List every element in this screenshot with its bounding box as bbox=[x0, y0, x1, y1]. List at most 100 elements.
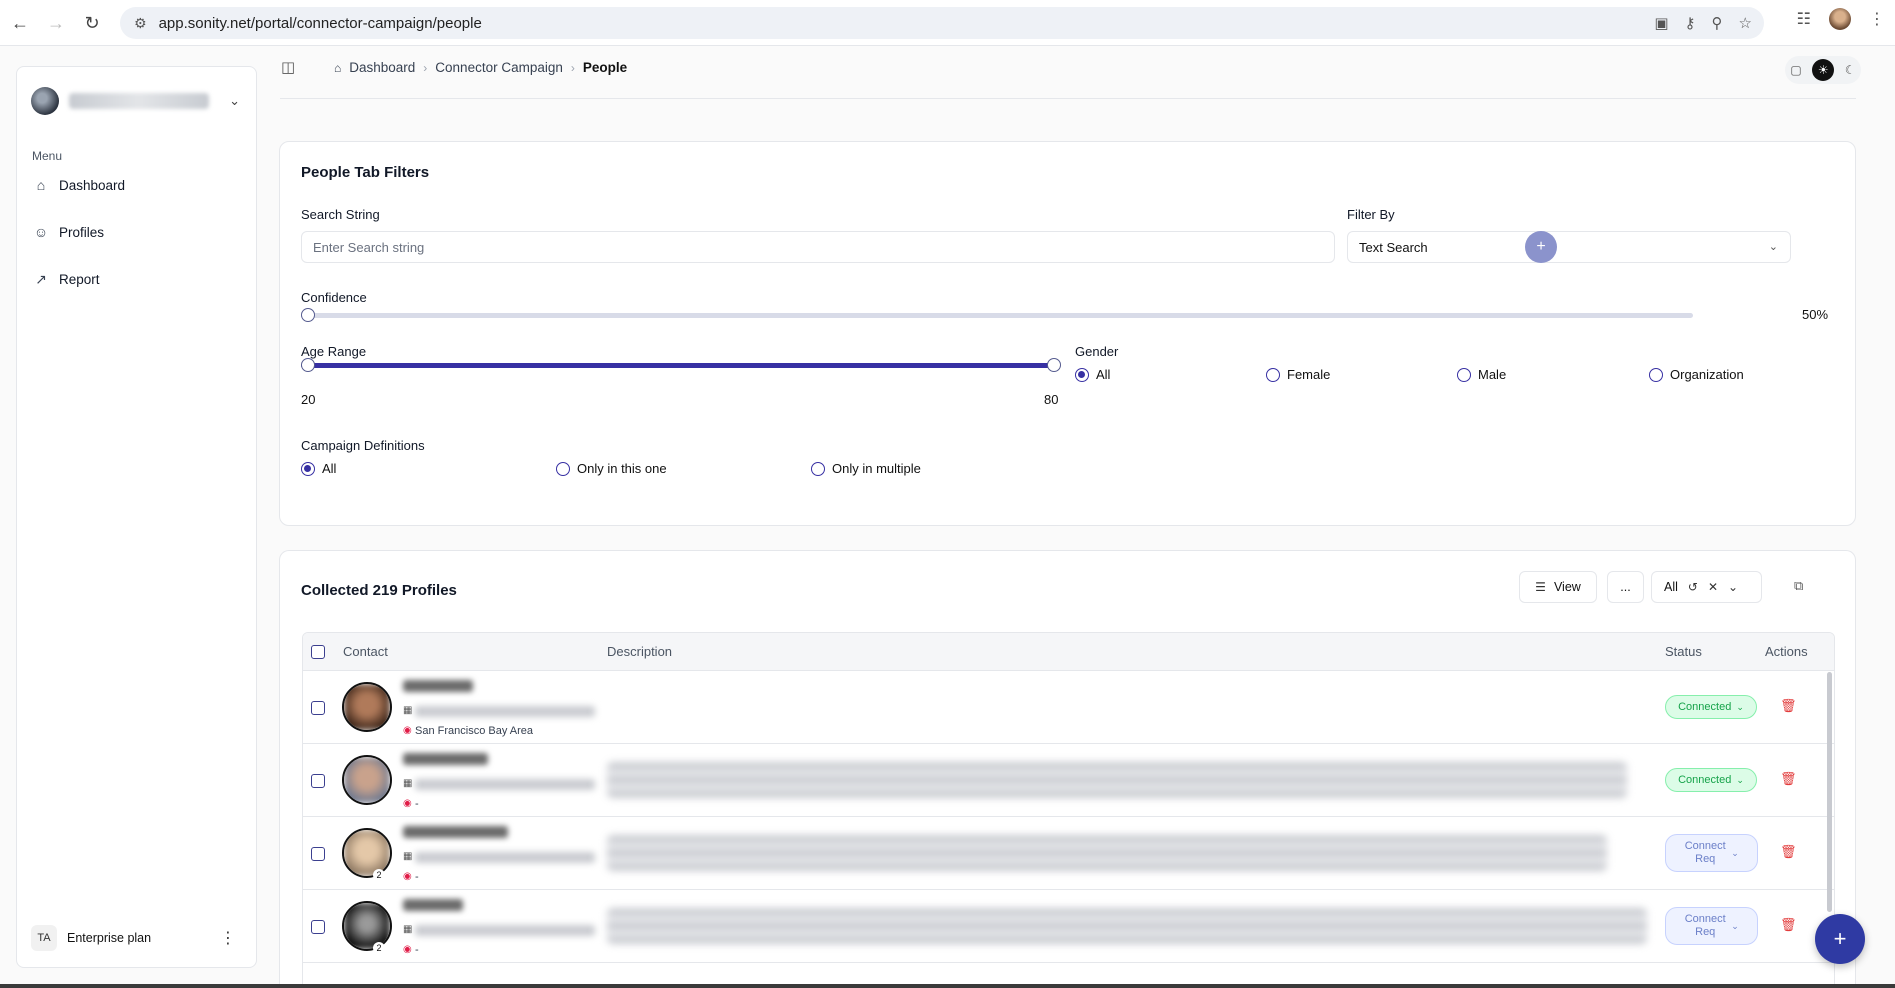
sidebar-item-report[interactable]: ↗ Report bbox=[31, 263, 241, 295]
age-range-track[interactable] bbox=[301, 363, 1053, 368]
moon-icon[interactable]: ☾ bbox=[1845, 63, 1856, 77]
chevron-down-icon: ⌄ bbox=[1736, 774, 1744, 785]
age-min-thumb[interactable] bbox=[301, 358, 315, 372]
browser-profile-avatar[interactable] bbox=[1829, 8, 1851, 30]
gender-option-organization[interactable]: Organization bbox=[1649, 367, 1744, 382]
age-max-thumb[interactable] bbox=[1047, 358, 1061, 372]
more-options-button[interactable]: ... bbox=[1607, 571, 1644, 603]
zoom-icon[interactable]: ⚲ bbox=[1712, 14, 1723, 32]
radio[interactable] bbox=[1649, 367, 1663, 382]
chevron-down-icon: ⌄ bbox=[1768, 241, 1778, 253]
trash-icon[interactable]: 🗑 bbox=[1780, 917, 1797, 933]
column-description[interactable]: Description bbox=[607, 644, 672, 659]
password-key-icon[interactable]: ⚷ bbox=[1685, 14, 1696, 32]
trash-icon[interactable]: 🗑 bbox=[1780, 771, 1797, 787]
site-settings-icon[interactable]: ⚙ bbox=[134, 15, 147, 32]
chevron-down-icon[interactable]: ⌄ bbox=[1728, 580, 1738, 594]
table-row[interactable]: ▦ ◉ - Connected ⌄ 🗑 bbox=[303, 744, 1834, 817]
install-app-icon[interactable]: ▣ bbox=[1654, 14, 1668, 32]
gender-option-male[interactable]: Male bbox=[1457, 367, 1506, 382]
account-switcher[interactable]: ⌄ bbox=[31, 81, 244, 121]
campaign-option-multiple[interactable]: Only in multiple bbox=[811, 461, 921, 476]
campaign-option-only-this[interactable]: Only in this one bbox=[556, 461, 667, 476]
status-badge[interactable]: Connected ⌄ bbox=[1665, 768, 1757, 792]
select-all-checkbox[interactable] bbox=[311, 645, 325, 659]
contact-name-blurred[interactable] bbox=[403, 753, 488, 765]
search-input[interactable]: Enter Search string bbox=[301, 231, 1335, 263]
confidence-slider-track[interactable] bbox=[301, 313, 1693, 318]
browser-menu-icon[interactable]: ⋮ bbox=[1869, 9, 1885, 29]
row-checkbox[interactable] bbox=[311, 847, 325, 861]
user-initials-avatar: TA bbox=[31, 925, 57, 951]
filter-by-select[interactable]: Text Search ⌄ bbox=[1347, 231, 1791, 263]
reload-icon[interactable]: ↻ bbox=[74, 5, 110, 41]
row-checkbox[interactable] bbox=[311, 920, 325, 934]
chevron-down-icon: ⌄ bbox=[1731, 847, 1739, 858]
view-button[interactable]: ☰ View bbox=[1519, 571, 1597, 603]
breadcrumb-connector-campaign[interactable]: Connector Campaign bbox=[435, 60, 563, 75]
breadcrumb-dashboard[interactable]: Dashboard bbox=[349, 60, 415, 75]
monitor-icon[interactable]: ▢ bbox=[1790, 63, 1801, 77]
contact-name-blurred[interactable] bbox=[403, 899, 463, 911]
chevron-down-icon[interactable]: ⌄ bbox=[229, 93, 240, 109]
location-pin-icon: ◉ bbox=[403, 725, 412, 736]
copy-icon[interactable]: ⧉ bbox=[1794, 578, 1803, 594]
gender-option-female[interactable]: Female bbox=[1266, 367, 1330, 382]
contact-location: - bbox=[415, 944, 419, 956]
chevron-down-icon: ⌄ bbox=[1731, 920, 1739, 931]
radio[interactable] bbox=[1457, 367, 1471, 382]
avatar[interactable] bbox=[342, 901, 392, 951]
table-row[interactable]: 2 ▦ ◉ - Connect Req ⌄ 🗑 bbox=[303, 817, 1834, 890]
address-bar[interactable]: ⚙ app.sonity.net/portal/connector-campai… bbox=[120, 7, 1764, 39]
chart-icon: ↗ bbox=[35, 270, 47, 287]
toggle-sidebar-icon[interactable]: ◫ bbox=[281, 58, 295, 76]
table-scrollbar[interactable] bbox=[1827, 672, 1832, 912]
more-vertical-icon[interactable]: ⋮ bbox=[220, 928, 244, 948]
sidebar-item-label: Dashboard bbox=[59, 177, 126, 193]
avatar[interactable] bbox=[342, 755, 392, 805]
gender-option-all[interactable]: All bbox=[1075, 367, 1110, 382]
add-fab-button[interactable]: + bbox=[1815, 914, 1865, 964]
contact-name-blurred[interactable] bbox=[403, 826, 508, 838]
undo-icon[interactable]: ↺ bbox=[1688, 580, 1698, 594]
trash-icon[interactable]: 🗑 bbox=[1780, 844, 1797, 860]
url-text[interactable]: app.sonity.net/portal/connector-campaign… bbox=[159, 15, 482, 32]
back-arrow-icon[interactable]: ← bbox=[2, 5, 38, 41]
row-checkbox[interactable] bbox=[311, 774, 325, 788]
column-contact[interactable]: Contact bbox=[343, 644, 388, 659]
radio[interactable] bbox=[556, 461, 570, 476]
sun-icon[interactable]: ☀ bbox=[1812, 59, 1835, 81]
status-filter-select[interactable]: All ↺ ✕ ⌄ bbox=[1651, 571, 1762, 603]
radio[interactable] bbox=[811, 461, 825, 476]
radio-label: Only in multiple bbox=[832, 461, 921, 476]
row-checkbox[interactable] bbox=[311, 701, 325, 715]
table-row[interactable]: 2 ▦ ◉ - Connect Req ⌄ 🗑 bbox=[303, 890, 1834, 963]
radio-checked[interactable] bbox=[1075, 367, 1089, 382]
campaign-option-all[interactable]: All bbox=[301, 461, 336, 476]
bookmark-star-icon[interactable]: ☆ bbox=[1739, 14, 1752, 32]
radio[interactable] bbox=[1266, 367, 1280, 382]
confidence-slider-thumb[interactable] bbox=[301, 308, 315, 322]
description-blurred bbox=[607, 835, 1607, 871]
avatar[interactable] bbox=[342, 828, 392, 878]
column-actions: Actions bbox=[1765, 644, 1808, 659]
close-icon[interactable]: ✕ bbox=[1708, 580, 1718, 594]
radio-label: Female bbox=[1287, 367, 1331, 382]
extensions-icon[interactable]: ☷ bbox=[1797, 9, 1811, 29]
contact-name-blurred[interactable] bbox=[403, 680, 473, 692]
contact-company-blurred bbox=[415, 925, 595, 936]
add-filter-button[interactable]: + bbox=[1525, 231, 1557, 263]
avatar[interactable] bbox=[342, 682, 392, 732]
trash-icon[interactable]: 🗑 bbox=[1780, 698, 1797, 714]
status-badge[interactable]: Connect Req ⌄ bbox=[1665, 834, 1758, 872]
radio-checked[interactable] bbox=[301, 461, 315, 476]
column-status[interactable]: Status bbox=[1665, 644, 1702, 659]
forward-arrow-icon[interactable]: → bbox=[38, 5, 74, 41]
sidebar-item-dashboard[interactable]: ⌂ Dashboard bbox=[31, 169, 241, 201]
status-badge[interactable]: Connect Req ⌄ bbox=[1665, 907, 1758, 945]
browser-toolbar: ← → ↻ ⚙ app.sonity.net/portal/connector-… bbox=[0, 0, 1895, 46]
sidebar-item-label: Report bbox=[59, 271, 100, 287]
status-badge[interactable]: Connected ⌄ bbox=[1665, 695, 1757, 719]
table-row[interactable]: ▦ ◉ San Francisco Bay Area Connected ⌄ 🗑 bbox=[303, 671, 1834, 744]
sidebar-item-profiles[interactable]: ☺ Profiles bbox=[31, 216, 241, 248]
